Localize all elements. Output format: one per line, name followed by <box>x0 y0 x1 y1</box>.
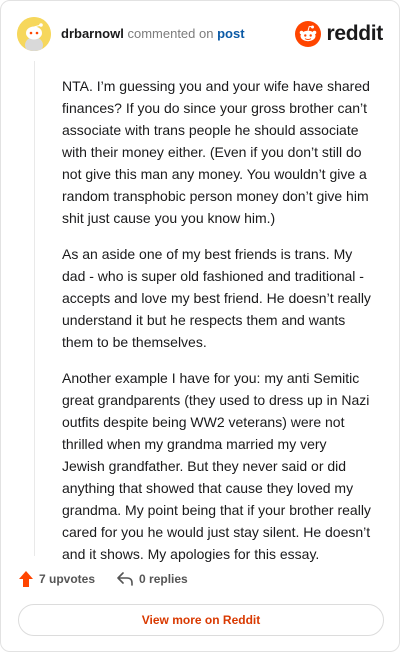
comment-meta: drbarnowl commented on post <box>61 26 245 42</box>
comment-header: drbarnowl commented on post reddit <box>17 17 383 51</box>
embedded-comment-card: drbarnowl commented on post reddit NTA. … <box>0 0 400 652</box>
author-link[interactable]: drbarnowl <box>61 26 124 41</box>
comment-paragraph: NTA. I’m guessing you and your wife have… <box>62 78 370 226</box>
comment-actions: 7 upvotes 0 replies <box>19 569 210 589</box>
comment-paragraph: As an aside one of my best friends is tr… <box>62 246 371 350</box>
upvote-arrow-icon <box>19 571 33 587</box>
reply-button[interactable]: 0 replies <box>117 572 188 586</box>
snoo-avatar-icon <box>17 17 51 51</box>
thread-line <box>34 61 35 556</box>
reddit-wordmark: reddit <box>326 22 383 45</box>
upvote-count: 7 upvotes <box>39 572 96 586</box>
view-more-on-reddit-button[interactable]: View more on Reddit <box>18 604 384 636</box>
view-more-label: View more on Reddit <box>141 613 261 627</box>
reddit-logo[interactable]: reddit <box>295 21 383 47</box>
comment-paragraph: Another example I have for you: my anti … <box>62 370 371 562</box>
user-avatar[interactable] <box>17 17 51 51</box>
reply-count: 0 replies <box>139 572 188 586</box>
commented-on-label: commented on <box>127 26 214 41</box>
upvote-button[interactable]: 7 upvotes <box>19 571 95 587</box>
reply-arrow-icon <box>117 572 133 586</box>
post-link[interactable]: post <box>217 26 244 41</box>
reddit-logo-icon <box>295 21 322 47</box>
comment-body: NTA. I’m guessing you and your wife have… <box>62 75 372 579</box>
